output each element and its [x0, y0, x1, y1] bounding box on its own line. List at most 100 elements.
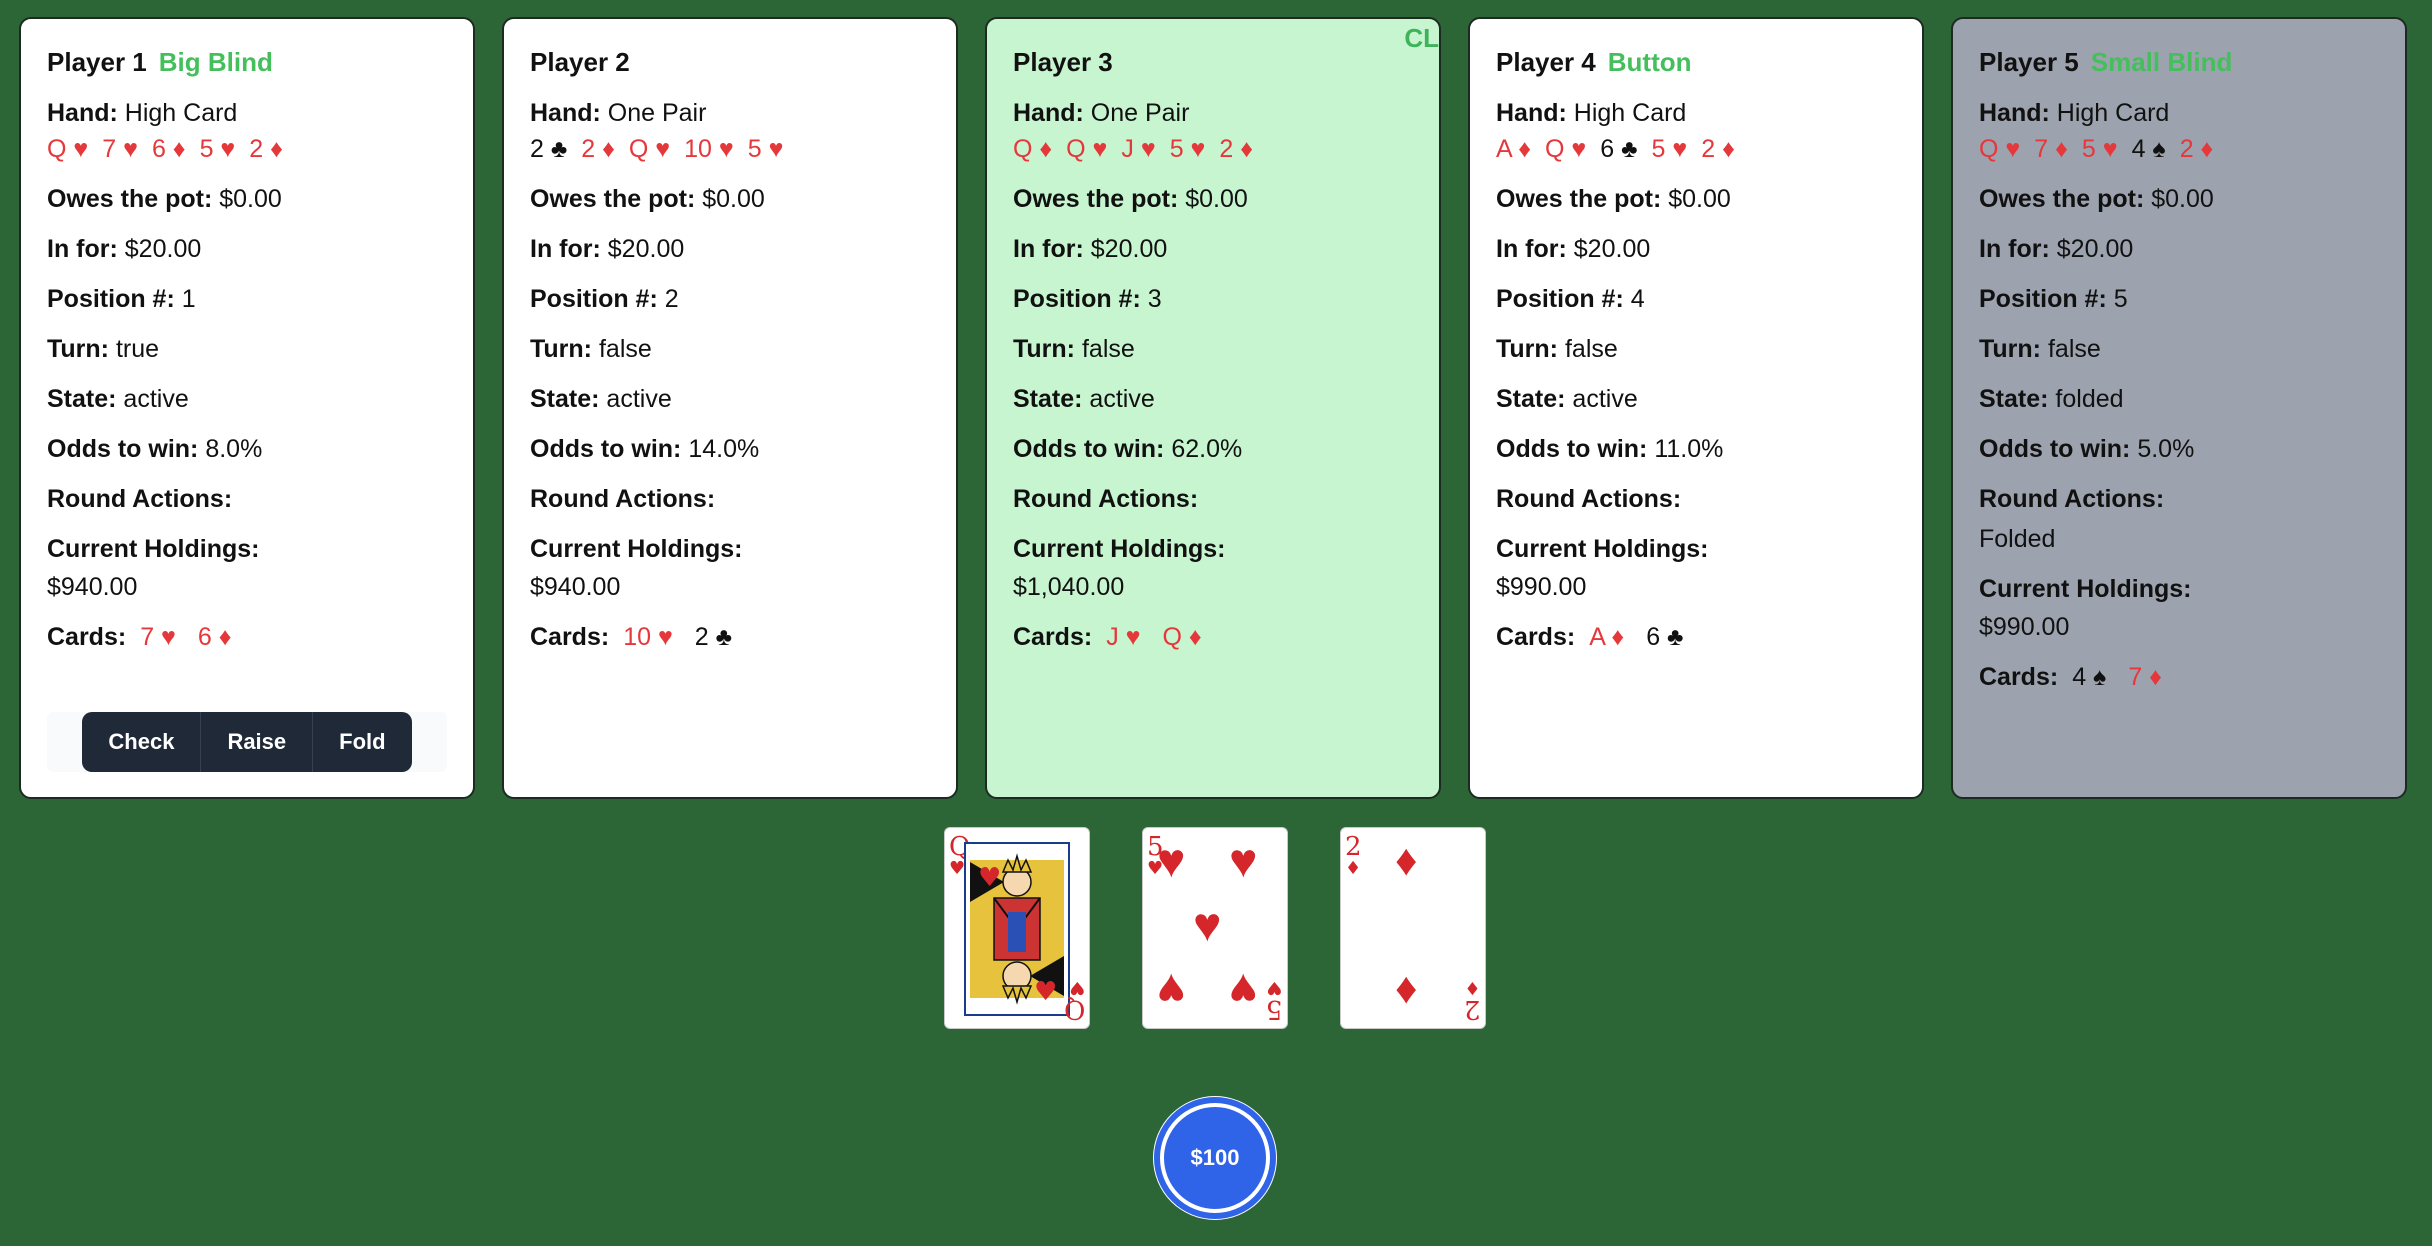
owes-row: Owes the pot: $0.00	[1496, 184, 1896, 214]
state-value: active	[1089, 385, 1155, 414]
position-value: 3	[1147, 285, 1162, 314]
hand-value: One Pair	[607, 99, 707, 128]
action-bar: Check Raise Fold	[47, 712, 447, 772]
odds-row: Odds to win: 8.0%	[47, 434, 447, 464]
odds-value: 62.0%	[1171, 435, 1243, 464]
pot-chip: $100	[1153, 1096, 1277, 1220]
hand-card: 5 ♥	[1169, 135, 1206, 164]
hand-label: Hand:	[47, 99, 118, 128]
round-actions-label: Round Actions:	[47, 485, 233, 514]
diamond-pip-icon: ♦	[1395, 836, 1418, 885]
owes-label: Owes the pot:	[1496, 185, 1662, 214]
round-actions-row: Round Actions:	[1496, 484, 1896, 514]
position-label: Position #:	[1496, 285, 1624, 314]
state-label: State:	[1496, 385, 1566, 414]
hand-card: 2 ♦	[249, 135, 283, 164]
raise-button[interactable]: Raise	[201, 712, 314, 772]
round-actions-row: Round Actions:	[47, 484, 447, 514]
turn-row: Turn: false	[1013, 334, 1413, 364]
owes-row: Owes the pot: $0.00	[1013, 184, 1413, 214]
in-for-value: $20.00	[1573, 235, 1651, 264]
turn-label: Turn:	[1013, 335, 1076, 364]
hand-value: High Card	[1573, 99, 1687, 128]
cards-label: Cards:	[530, 623, 610, 652]
position-value: 5	[2113, 285, 2128, 314]
in-for-value: $20.00	[1090, 235, 1168, 264]
odds-label: Odds to win:	[530, 435, 682, 464]
in-for-label: In for:	[1979, 235, 2050, 264]
round-actions-row: Round Actions:	[1013, 484, 1413, 514]
hand-card: J ♥	[1121, 135, 1156, 164]
odds-row: Odds to win: 62.0%	[1013, 434, 1413, 464]
owes-value: $0.00	[2151, 185, 2214, 214]
player-panel-5: Player 5 Small Blind Hand: High Card Q ♥ 7…	[1951, 17, 2407, 799]
board-card-five-hearts: 5 ♥ ♥ ♥ ♥ ♥ ♥ 5 ♥	[1142, 827, 1288, 1029]
position-label: Position #:	[47, 285, 175, 314]
player-panel-4: Player 4 Button Hand: High Card A ♦ Q ♥ 6 ♣…	[1468, 17, 1924, 799]
turn-value: false	[598, 335, 652, 364]
in-for-label: In for:	[1013, 235, 1084, 264]
hand-card: 7 ♦	[2034, 135, 2068, 164]
board-card-two-diamonds: 2 ♦ ♦ ♦ 2 ♦	[1340, 827, 1486, 1029]
player-name: Player 1	[47, 47, 147, 77]
round-actions-row: Round Actions:	[1979, 484, 2379, 514]
in-for-label: In for:	[530, 235, 601, 264]
owes-row: Owes the pot: $0.00	[47, 184, 447, 214]
hole-card: 2 ♣	[694, 623, 733, 652]
holdings-value: $990.00	[1496, 573, 1587, 602]
player-title: Player 3	[1013, 47, 1413, 78]
hole-cards-row: Cards: A ♦ 6 ♣	[1496, 622, 1896, 652]
turn-row: Turn: false	[1496, 334, 1896, 364]
holdings-value: $990.00	[1979, 613, 2070, 642]
svg-text:♥: ♥	[978, 863, 1001, 893]
hand-cards: A ♦ Q ♥ 6 ♣ 5 ♥ 2 ♦	[1496, 134, 1896, 164]
holdings-label: Current Holdings:	[1979, 575, 2192, 604]
in-for-value: $20.00	[124, 235, 202, 264]
holdings-label: Current Holdings:	[530, 535, 743, 564]
state-value: folded	[2055, 385, 2124, 414]
hand-card: Q ♥	[628, 135, 671, 164]
hand-row: Hand: High Card	[1496, 98, 1896, 128]
hand-cards: 2 ♣ 2 ♦ Q ♥ 10 ♥ 5 ♥	[530, 134, 930, 164]
board-card-queen-hearts: Q ♥ ♥ ♥ Q ♥	[944, 827, 1090, 1029]
hole-card: 6 ♣	[1646, 623, 1684, 652]
odds-value: 5.0%	[2137, 435, 2195, 464]
hand-label: Hand:	[530, 99, 601, 128]
player-title: Player 4 Button	[1496, 47, 1896, 78]
odds-value: 8.0%	[205, 435, 263, 464]
owes-value: $0.00	[1668, 185, 1731, 214]
hole-cards-row: Cards: 10 ♥ 2 ♣	[530, 622, 930, 652]
holdings-label: Current Holdings:	[1013, 535, 1226, 564]
card-index: 2 ♦	[1345, 832, 1362, 879]
player-title: Player 1 Big Blind	[47, 47, 447, 78]
hand-label: Hand:	[1979, 99, 2050, 128]
round-actions-label: Round Actions:	[530, 485, 716, 514]
turn-row: Turn: false	[1979, 334, 2379, 364]
state-label: State:	[47, 385, 117, 414]
position-value: 4	[1630, 285, 1645, 314]
turn-label: Turn:	[530, 335, 593, 364]
in-for-value: $20.00	[2056, 235, 2134, 264]
hand-card: 2 ♦	[1701, 135, 1735, 164]
odds-value: 11.0%	[1654, 435, 1724, 464]
hand-row: Hand: High Card	[47, 98, 447, 128]
hand-card: 2 ♦	[581, 135, 615, 164]
fold-button[interactable]: Fold	[313, 712, 411, 772]
hand-card: 10 ♥	[684, 135, 734, 164]
state-value: active	[606, 385, 672, 414]
hand-card: 5 ♥	[1651, 135, 1688, 164]
check-button[interactable]: Check	[82, 712, 202, 772]
hand-card: Q ♦	[1013, 135, 1053, 164]
turn-value: false	[1081, 335, 1135, 364]
hole-card: J ♥	[1106, 623, 1141, 652]
turn-value: true	[115, 335, 160, 364]
round-actions-label: Round Actions:	[1496, 485, 1682, 514]
round-actions-value: Folded	[1979, 525, 2056, 554]
hole-card: 10 ♥	[623, 623, 673, 652]
odds-value: 14.0%	[688, 435, 760, 464]
holdings-value: $1,040.00	[1013, 573, 1125, 602]
state-value: active	[1572, 385, 1638, 414]
state-label: State:	[1979, 385, 2049, 414]
position-row: Position #: 3	[1013, 284, 1413, 314]
position-row: Position #: 1	[47, 284, 447, 314]
